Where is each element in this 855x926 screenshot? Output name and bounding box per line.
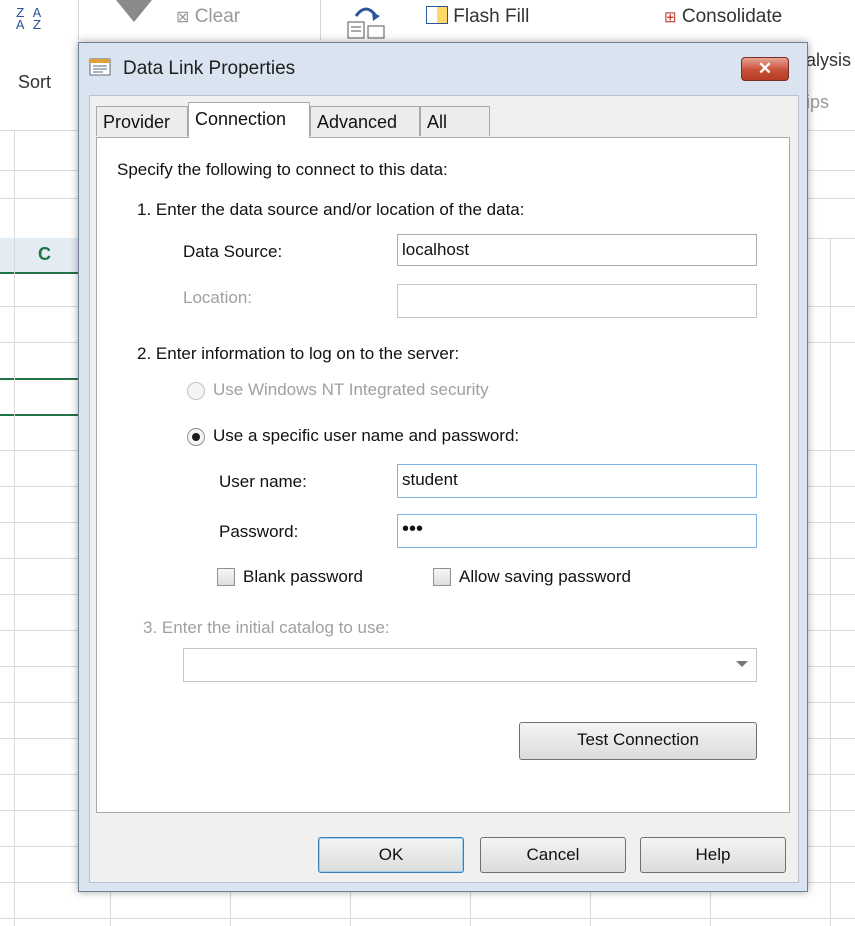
clear-filter-button[interactable]: ⊠ Clear <box>176 6 240 28</box>
data-source-label: Data Source: <box>183 242 283 261</box>
test-connection-button[interactable]: Test Connection <box>519 722 757 760</box>
filter-icon[interactable] <box>116 0 152 22</box>
specific-user-label: Use a specific user name and password: <box>213 426 520 445</box>
flash-fill-label: Flash Fill <box>453 6 530 27</box>
ribbon-separator <box>320 0 321 40</box>
ok-button[interactable]: OK <box>318 837 464 873</box>
ribbon-separator <box>78 0 79 40</box>
tab-advanced[interactable]: Advanced <box>310 106 420 136</box>
tab-provider[interactable]: Provider <box>96 106 188 136</box>
text-to-columns-icon[interactable] <box>346 2 386 40</box>
dialog-title: Data Link Properties <box>123 58 296 79</box>
grid-line <box>14 130 15 926</box>
close-icon: ✕ <box>757 59 773 78</box>
allow-saving-password-checkbox[interactable] <box>433 568 451 586</box>
connection-tab-panel: Specify the following to connect to this… <box>96 137 790 813</box>
allow-saving-password-label: Allow saving password <box>459 567 631 586</box>
tab-all[interactable]: All <box>420 106 490 136</box>
password-label: Password: <box>219 522 299 541</box>
consolidate-icon: ⊞ <box>664 9 677 26</box>
cancel-button[interactable]: Cancel <box>480 837 626 873</box>
initial-catalog-combobox[interactable] <box>183 648 757 682</box>
flash-fill-icon <box>426 6 448 24</box>
dialog-client-area: Provider Connection Advanced All Specify… <box>89 95 799 883</box>
close-button[interactable]: ✕ <box>741 57 789 81</box>
help-button[interactable]: Help <box>640 837 786 873</box>
grid-line <box>0 918 855 919</box>
relationships-partial[interactable]: ips <box>806 92 829 113</box>
sort-az-bottom-text: A Z <box>16 18 42 34</box>
flash-fill-button[interactable]: Flash Fill <box>426 6 529 28</box>
grid-line <box>830 238 831 926</box>
tab-connection[interactable]: Connection <box>188 102 310 138</box>
specific-user-radio[interactable] <box>187 428 205 446</box>
chevron-down-icon[interactable] <box>736 661 748 667</box>
consolidate-label: Consolidate <box>681 6 783 27</box>
consolidate-button[interactable]: ⊞ Consolidate <box>664 6 782 28</box>
what-if-analysis-partial[interactable]: alysis <box>806 50 851 71</box>
step1-label: 1. Enter the data source and/or location… <box>137 200 525 219</box>
intro-text: Specify the following to connect to this… <box>117 160 448 179</box>
blank-password-label: Blank password <box>243 567 364 586</box>
location-input[interactable] <box>397 284 757 318</box>
column-header-label: C <box>38 244 51 264</box>
password-input[interactable]: ••• <box>397 514 757 548</box>
clear-filter-icon: ⊠ <box>176 9 190 26</box>
nt-security-radio[interactable] <box>187 382 205 400</box>
sort-label[interactable]: Sort <box>18 72 51 93</box>
clear-filter-label: Clear <box>194 6 241 27</box>
username-label: User name: <box>219 472 307 491</box>
blank-password-checkbox[interactable] <box>217 568 235 586</box>
nt-security-label: Use Windows NT Integrated security <box>213 380 489 399</box>
data-link-properties-dialog: Data Link Properties ✕ Provider Connecti… <box>78 42 808 892</box>
step2-label: 2. Enter information to log on to the se… <box>137 344 460 363</box>
step3-label: 3. Enter the initial catalog to use: <box>143 618 390 637</box>
data-source-input[interactable]: localhost <box>397 234 757 266</box>
sort-az-icon[interactable]: Z A A Z <box>16 7 42 34</box>
username-input[interactable]: student <box>397 464 757 498</box>
location-label: Location: <box>183 288 252 307</box>
data-link-icon <box>89 57 111 77</box>
column-header-c[interactable]: C <box>0 238 80 274</box>
dialog-titlebar[interactable]: Data Link Properties ✕ <box>79 43 807 93</box>
selected-row-border <box>0 414 80 416</box>
selected-row-border <box>0 378 80 380</box>
